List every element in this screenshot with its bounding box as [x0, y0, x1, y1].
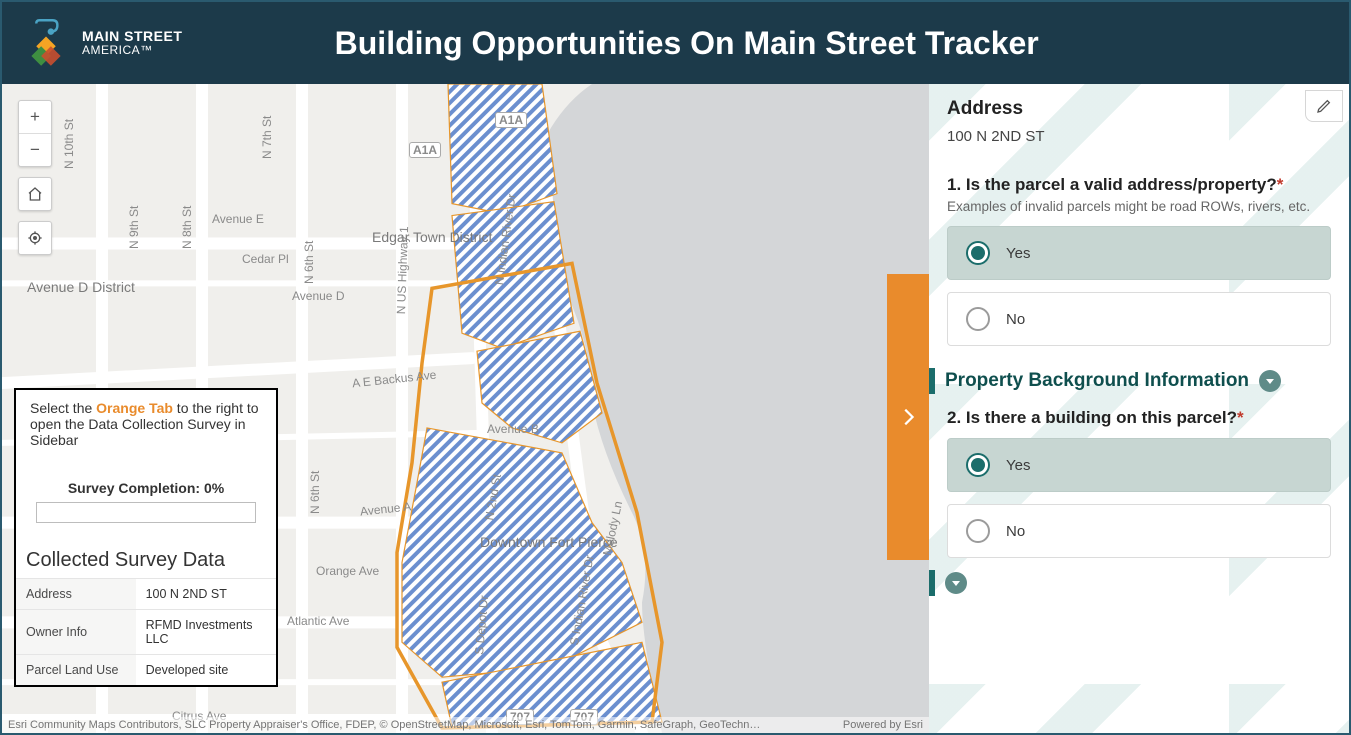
locate-button[interactable]	[19, 222, 51, 254]
attribution-right: Powered by Esri	[843, 719, 923, 731]
map-view[interactable]: Edgar Town District Avenue D District Do…	[2, 84, 929, 733]
table-row: Parcel Land UseDeveloped site	[16, 655, 276, 686]
logo-line2: AMERICA™	[82, 44, 182, 57]
locate-control	[18, 221, 52, 255]
radio-icon	[966, 241, 990, 265]
cell-val: 100 N 2ND ST	[136, 579, 276, 610]
section-stripe	[929, 570, 935, 596]
radio-icon	[966, 453, 990, 477]
address-value: 100 N 2ND ST	[947, 128, 1331, 145]
q1-label: 1. Is the parcel a valid address/propert…	[947, 175, 1283, 194]
map-controls: + −	[18, 100, 52, 255]
app-body: Edgar Town District Avenue D District Do…	[2, 84, 1349, 733]
home-icon	[27, 186, 43, 202]
section-title: Property Background Information	[945, 370, 1249, 392]
logo-line1: MAIN STREET	[82, 28, 182, 44]
sidebar-toggle-tab[interactable]	[887, 274, 929, 560]
home-button[interactable]	[19, 178, 51, 210]
cell-key: Owner Info	[16, 610, 136, 655]
q2-option-no[interactable]: No	[947, 504, 1331, 558]
required-marker: *	[1277, 175, 1284, 194]
radio-icon	[966, 307, 990, 331]
hint-orange: Orange Tab	[96, 400, 173, 416]
table-row: Owner InfoRFMD Investments LLC	[16, 610, 276, 655]
q1-option-no[interactable]: No	[947, 292, 1331, 346]
q1-text: 1. Is the parcel a valid address/propert…	[947, 175, 1277, 194]
survey-sidebar: Address 100 N 2ND ST 1. Is the parcel a …	[929, 84, 1349, 733]
cell-val: Developed site	[136, 655, 276, 686]
chevron-right-icon	[897, 406, 919, 428]
chevron-down-icon	[1265, 376, 1275, 386]
q1-no-label: No	[1006, 311, 1025, 328]
cell-val: RFMD Investments LLC	[136, 610, 276, 655]
logo-icon	[20, 17, 72, 69]
hint-prefix: Select the	[30, 400, 96, 416]
locate-icon	[27, 230, 43, 246]
app-header: MAIN STREET AMERICA™ Building Opportunit…	[2, 2, 1349, 84]
survey-form: Address 100 N 2ND ST 1. Is the parcel a …	[929, 84, 1349, 733]
home-control	[18, 177, 52, 211]
table-row: Address100 N 2ND ST	[16, 579, 276, 610]
q2-yes-label: Yes	[1006, 457, 1030, 474]
q2-no-label: No	[1006, 523, 1025, 540]
cell-key: Parcel Land Use	[16, 655, 136, 686]
collected-data-table: Address100 N 2ND ST Owner InfoRFMD Inves…	[16, 578, 276, 685]
q1-help: Examples of invalid parcels might be roa…	[947, 199, 1331, 214]
logo: MAIN STREET AMERICA™	[20, 17, 182, 69]
q1-option-yes[interactable]: Yes	[947, 226, 1331, 280]
collected-heading: Collected Survey Data	[26, 549, 266, 572]
q2-option-yes[interactable]: Yes	[947, 438, 1331, 492]
hint-text: Select the Orange Tab to the right to op…	[30, 400, 259, 448]
section-property-background[interactable]: Property Background Information	[929, 368, 1331, 394]
progress-label: Survey Completion: 0%	[30, 480, 262, 496]
page-title: Building Opportunities On Main Street Tr…	[222, 25, 1151, 62]
chevron-down-icon	[951, 578, 961, 588]
required-marker: *	[1237, 408, 1244, 427]
map-attribution: Esri Community Maps Contributors, SLC Pr…	[2, 717, 929, 733]
radio-icon	[966, 519, 990, 543]
q2-text: 2. Is there a building on this parcel?	[947, 408, 1237, 427]
q2-label: 2. Is there a building on this parcel?*	[947, 408, 1244, 427]
section-stripe	[929, 368, 935, 394]
zoom-out-button[interactable]: −	[19, 133, 51, 166]
app-frame: MAIN STREET AMERICA™ Building Opportunit…	[0, 0, 1351, 735]
zoom-in-button[interactable]: +	[19, 101, 51, 133]
section-collapse-toggle[interactable]	[1259, 370, 1281, 392]
logo-text: MAIN STREET AMERICA™	[82, 29, 182, 56]
progress-bar	[36, 502, 256, 523]
section-collapse-toggle[interactable]	[945, 572, 967, 594]
q1-yes-label: Yes	[1006, 245, 1030, 262]
question-1: 1. Is the parcel a valid address/propert…	[947, 175, 1331, 346]
address-label: Address	[947, 98, 1331, 120]
cell-key: Address	[16, 579, 136, 610]
zoom-controls: + −	[18, 100, 52, 167]
help-infobox: Select the Orange Tab to the right to op…	[14, 388, 278, 687]
attribution-left: Esri Community Maps Contributors, SLC Pr…	[8, 719, 760, 731]
section-next[interactable]	[929, 570, 1331, 596]
question-2: 2. Is there a building on this parcel?* …	[947, 408, 1331, 558]
